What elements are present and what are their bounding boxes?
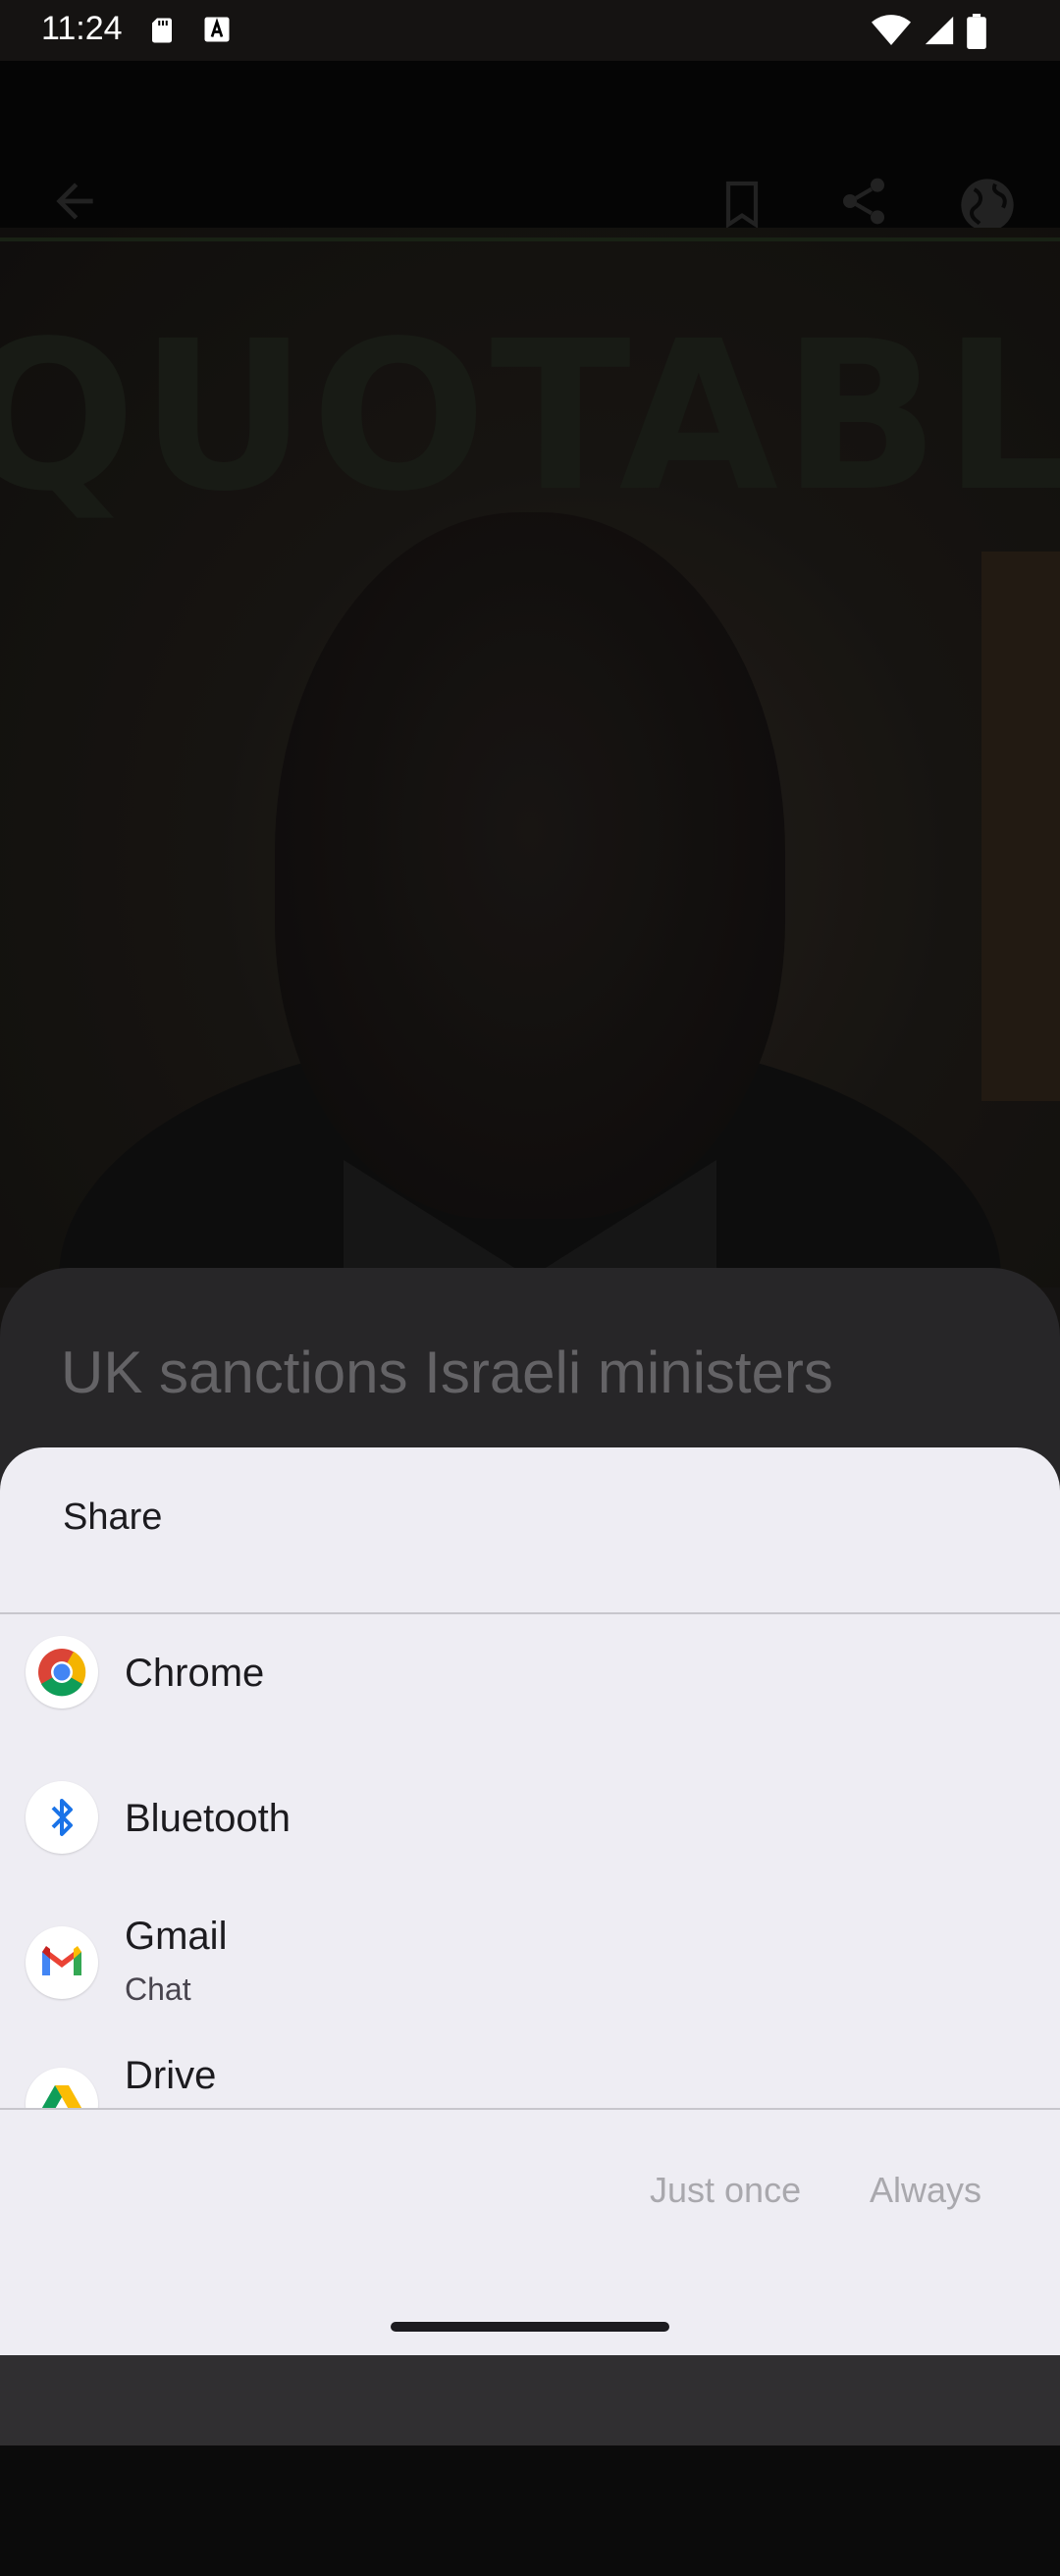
chrome-icon: [26, 1636, 98, 1709]
share-target-gmail[interactable]: Gmail Chat: [0, 1905, 1060, 2042]
share-target-bluetooth[interactable]: Bluetooth: [0, 1760, 1060, 1897]
share-sheet-title: Share: [63, 1497, 163, 1538]
cell-signal-icon: [925, 16, 954, 45]
actions-divider: [0, 2108, 1060, 2110]
share-app-list[interactable]: Chrome Bluetooth Gmail Chat Drive: [0, 1614, 1060, 2576]
share-target-sublabel: Chat: [125, 1971, 191, 2007]
battery-icon: [967, 14, 986, 49]
share-target-label: Drive: [125, 2054, 217, 2097]
sd-card-icon: [152, 18, 172, 43]
wifi-icon: [872, 15, 911, 45]
status-time: 11:24: [41, 10, 123, 47]
gesture-nav-handle[interactable]: [391, 2322, 669, 2332]
status-bar: 11:24: [0, 0, 1060, 61]
share-target-label: Gmail: [125, 1915, 228, 1958]
a-box-icon: [204, 17, 230, 42]
share-sheet: Share Chrome Bluetooth Gmail Chat Drive …: [0, 1447, 1060, 2355]
bluetooth-icon: [26, 1781, 98, 1854]
just-once-button[interactable]: Just once: [650, 2170, 801, 2211]
share-target-label: Chrome: [125, 1652, 265, 1695]
share-target-chrome[interactable]: Chrome: [0, 1614, 1060, 1752]
share-target-label: Bluetooth: [125, 1797, 292, 1840]
gmail-icon: [26, 1926, 98, 1999]
always-button[interactable]: Always: [870, 2170, 981, 2211]
